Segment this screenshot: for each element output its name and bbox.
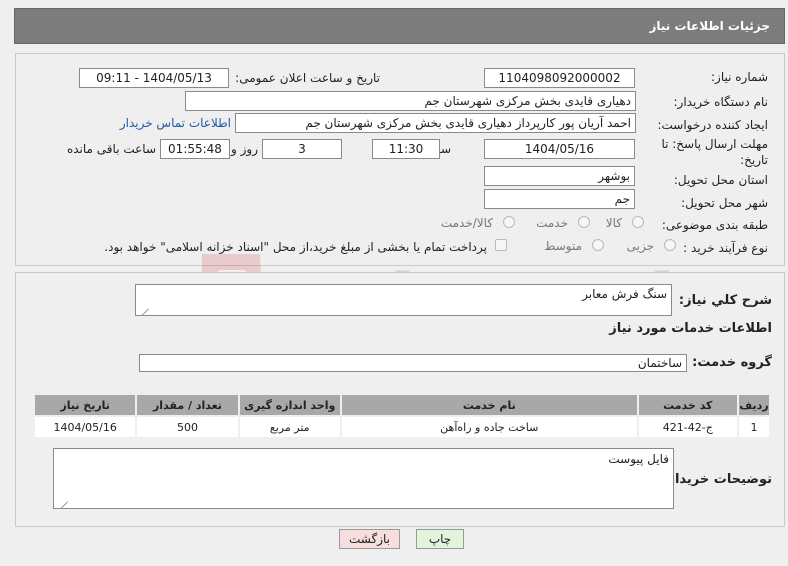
col-name-header: نام خدمت	[339, 393, 639, 417]
category-option-goods: کالا	[605, 216, 622, 230]
col-qty-header: تعداد / مقدار	[135, 393, 240, 417]
services-table: ردیف کد خدمت نام خدمت واحد اندازه گیری ت…	[32, 393, 772, 439]
table-header-row: ردیف کد خدمت نام خدمت واحد اندازه گیری ت…	[32, 393, 772, 417]
summary-field: سنگ فرش معابر	[135, 284, 672, 316]
need-number-label: شماره نیاز:	[711, 70, 768, 84]
col-unit-header: واحد اندازه گیری	[237, 393, 342, 417]
table-row: 1 ج-42-421 ساخت جاده و راه‌آهن متر مربع …	[32, 415, 772, 439]
buyer-notes-label: توضیحات خریدار:	[662, 472, 772, 487]
remaining-time-field: 01:55:48	[160, 139, 230, 159]
announce-date-label: تاریخ و ساعت اعلان عمومی:	[235, 71, 380, 85]
deadline-label-text: مهلت ارسال پاسخ: تا تاریخ:	[661, 137, 768, 167]
announce-date-field: 1404/05/13 - 09:11	[79, 68, 229, 88]
cell-name: ساخت جاده و راه‌آهن	[339, 415, 639, 439]
province-field: بوشهر	[484, 166, 635, 186]
treasury-payment-checkbox[interactable]	[495, 239, 507, 251]
remaining-label: ساعت باقی مانده	[66, 142, 156, 156]
purchase-radio-minor[interactable]	[664, 239, 676, 251]
creator-field: احمد آریان پور کارپرداز دهیاری قایدی بخش…	[235, 113, 636, 133]
cell-date: 1404/05/16	[32, 415, 138, 439]
creator-label: ایجاد کننده درخواست:	[657, 118, 768, 132]
city-field: جم	[484, 189, 635, 209]
days-label: روز و	[231, 142, 258, 156]
deadline-date-field: 1404/05/16	[484, 139, 635, 159]
summary-label: شرح کلي نياز:	[678, 293, 772, 308]
category-option-service: خدمت	[536, 216, 568, 230]
service-group-field: ساختمان	[139, 354, 687, 372]
cell-qty: 500	[135, 415, 240, 439]
purchase-type-label: نوع فرآیند خرید :	[683, 241, 768, 255]
buyer-org-label: نام دستگاه خریدار:	[673, 95, 769, 109]
need-number-field: 1104098092000002	[484, 68, 635, 88]
category-label: طبقه بندی موضوعی:	[661, 218, 768, 232]
buyer-org-field: دهیاری قایدی بخش مرکزی شهرستان جم	[185, 91, 636, 111]
purchase-option-minor: جزیی	[626, 239, 654, 253]
purchase-radio-medium[interactable]	[592, 239, 604, 251]
category-radio-service[interactable]	[578, 216, 590, 228]
col-row-header: ردیف	[736, 393, 772, 417]
cell-unit: متر مربع	[237, 415, 342, 439]
treasury-payment-note: پرداخت تمام یا بخشی از مبلغ خرید،از محل …	[104, 240, 487, 254]
category-radio-goods-service[interactable]	[503, 216, 515, 228]
province-label: استان محل تحویل:	[673, 173, 768, 187]
page-header: جزئیات اطلاعات نیاز	[14, 8, 785, 44]
category-radio-goods[interactable]	[632, 216, 644, 228]
print-button[interactable]: چاپ	[416, 529, 464, 549]
category-option-goods-service: کالا/خدمت	[440, 216, 493, 230]
services-title: اطلاعات خدمات مورد نياز	[609, 321, 772, 336]
city-label: شهر محل تحویل:	[681, 196, 768, 210]
buyer-notes-field: فایل پیوست	[53, 448, 674, 509]
deadline-time-field: 11:30	[372, 139, 440, 159]
buyer-contact-link[interactable]: اطلاعات تماس خریدار	[120, 116, 231, 130]
cell-code: ج-42-421	[636, 415, 739, 439]
cell-row: 1	[736, 415, 772, 439]
col-code-header: کد خدمت	[636, 393, 739, 417]
back-button[interactable]: بازگشت	[339, 529, 400, 549]
days-field: 3	[262, 139, 342, 159]
page-title: جزئیات اطلاعات نیاز	[649, 19, 770, 33]
service-group-label: گروه خدمت:	[692, 355, 772, 370]
deadline-label: مهلت ارسال پاسخ: تا تاریخ:	[658, 136, 768, 168]
col-date-header: تاریخ نیاز	[32, 393, 138, 417]
purchase-option-medium: متوسط	[544, 239, 582, 253]
